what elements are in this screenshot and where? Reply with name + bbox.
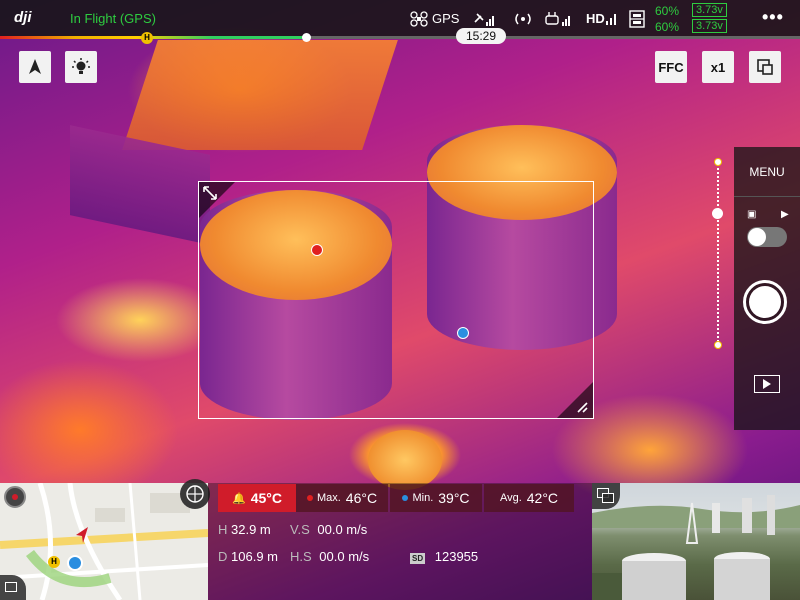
video-mode-icon[interactable]: ▶: [781, 209, 789, 220]
panel-divider: [734, 196, 800, 197]
horizontal-speed-label: H.S: [290, 549, 312, 564]
map-switch-view-icon[interactable]: [0, 575, 26, 600]
compass-button[interactable]: [19, 51, 51, 83]
altitude-value: 32.9 m: [231, 522, 271, 537]
alarm-temp-value: 45°C: [250, 490, 282, 506]
battery-icon: [629, 10, 645, 28]
battery-2-voltage: 3.73v: [692, 19, 727, 33]
photo-mode-icon[interactable]: ▣: [747, 209, 756, 220]
visual-scene: [592, 495, 800, 600]
flight-mode-label[interactable]: In Flight (GPS): [70, 11, 156, 26]
map-home-marker: H: [48, 556, 60, 568]
flight-battery-progress: [0, 36, 800, 39]
zoom-slider-track: [717, 164, 721, 342]
camera-control-panel: MENU ▣ ▶: [734, 147, 800, 430]
status-bar: dji In Flight (GPS) GPS HD 60% 60% 3.73v…: [0, 0, 800, 38]
avg-temp-box: Avg. 42°C: [484, 484, 574, 512]
zoom-slider[interactable]: [712, 158, 723, 349]
shutter-inner: [749, 286, 781, 318]
max-dot: [306, 495, 313, 501]
drone-icon: [410, 11, 428, 27]
map-compass-icon[interactable]: [4, 486, 26, 508]
vertical-speed-readout: V.S 00.0 m/s: [290, 522, 367, 537]
max-temp-value: 46°C: [345, 490, 378, 506]
max-temp-point: [311, 244, 323, 256]
progress-marker: [302, 33, 311, 42]
vertical-speed-value: 00.0 m/s: [317, 522, 368, 537]
alarm-temp-box[interactable]: 🔔 45°C: [218, 484, 296, 512]
min-label: Min.: [412, 492, 434, 504]
toggle-knob: [748, 228, 766, 246]
min-temp-value: 39°C: [438, 490, 470, 506]
alarm-bell-icon: 🔔: [232, 492, 246, 505]
horizontal-speed-readout: H.S 00.0 m/s: [290, 549, 369, 564]
globe-icon[interactable]: [180, 479, 210, 509]
visual-camera-preview[interactable]: [592, 483, 800, 600]
zoom-slider-knob[interactable]: [712, 208, 723, 219]
sd-card-icon: SD: [410, 553, 426, 564]
sd-card-value: 123955: [434, 549, 479, 564]
hd-signal-icon: [606, 14, 616, 25]
min-dot: [402, 495, 409, 501]
zoom-button[interactable]: x1: [702, 51, 734, 83]
display-mode-button[interactable]: [749, 51, 781, 83]
battery-1-voltage: 3.73v: [692, 3, 727, 17]
map-roads: [0, 483, 208, 600]
building-roof: [122, 40, 398, 150]
sd-card-readout: SD 123955: [410, 549, 478, 564]
distance-readout: D 106.9 m: [218, 549, 278, 564]
more-icon[interactable]: •••: [762, 7, 784, 28]
map-drone-heading-icon: [76, 527, 88, 543]
gps-label: GPS: [432, 11, 460, 26]
picture-in-picture-icon: [757, 59, 773, 75]
time-remaining: 15:29: [456, 28, 506, 44]
distance-label: D: [218, 549, 228, 564]
small-tank: [368, 430, 442, 490]
globe-glyph: [186, 485, 204, 503]
resize-handle-glyph: [577, 402, 588, 413]
distance-value: 106.9 m: [231, 549, 278, 564]
battery-2-percent: 60%: [655, 20, 680, 34]
max-label: Max.: [316, 492, 341, 504]
vertical-speed-label: V.S: [290, 522, 310, 537]
remote-controller-icon: [545, 12, 570, 26]
avg-temp-value: 42°C: [526, 490, 559, 506]
horizontal-speed-value: 00.0 m/s: [319, 549, 370, 564]
zoom-slider-bottom-stop: [714, 341, 722, 349]
shutter-button-icon[interactable]: [743, 280, 787, 324]
expand-arrows-glyph: [203, 186, 217, 200]
compass-icon: [29, 59, 41, 74]
ffc-button[interactable]: FFC: [655, 51, 687, 83]
satellite-icon: [474, 13, 494, 26]
zoom-slider-top-stop: [714, 158, 722, 166]
menu-button[interactable]: MENU: [734, 165, 800, 179]
playback-icon[interactable]: [754, 375, 780, 393]
home-marker: H: [141, 32, 153, 44]
mini-map[interactable]: H: [0, 483, 208, 600]
min-temp-box: Min. 39°C: [390, 484, 482, 512]
signal-icon: [515, 13, 531, 25]
measurement-area-box[interactable]: [198, 181, 594, 419]
min-temp-point: [457, 327, 469, 339]
light-button[interactable]: [65, 51, 97, 83]
avg-label: Avg.: [499, 492, 522, 504]
altitude-readout: H 32.9 m: [218, 522, 271, 537]
map-aircraft-position: [67, 555, 83, 571]
photo-video-toggle[interactable]: [747, 227, 787, 247]
light-bulb-icon: [72, 58, 90, 74]
dji-logo[interactable]: dji: [14, 9, 32, 26]
hd-label: HD: [586, 11, 605, 26]
altitude-label: H: [218, 522, 228, 537]
max-temp-box: Max. 46°C: [296, 484, 388, 512]
battery-1-percent: 60%: [655, 4, 680, 18]
